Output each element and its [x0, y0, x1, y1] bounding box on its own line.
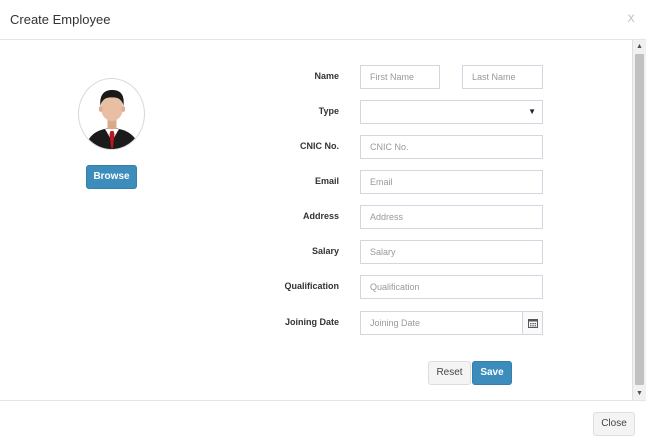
last-name-input[interactable]: Last Name [462, 65, 543, 89]
scroll-up-arrow-icon[interactable]: ▲ [633, 40, 646, 53]
joining-date-input[interactable]: Joining Date [360, 311, 543, 335]
user-avatar-icon [78, 78, 145, 150]
type-label: Type [318, 106, 339, 116]
address-label: Address [302, 211, 339, 221]
close-button[interactable]: Close [593, 412, 635, 436]
modal-header: Create Employee x [0, 0, 646, 40]
salary-input[interactable]: Salary [360, 240, 543, 264]
qualification-label: Qualification [284, 281, 339, 291]
scrollbar-thumb[interactable] [635, 54, 644, 385]
modal-title: Create Employee [10, 12, 111, 27]
modal-footer [0, 400, 646, 447]
name-label: Name [314, 71, 339, 81]
scroll-down-arrow-icon[interactable]: ▼ [633, 387, 646, 400]
address-input[interactable]: Address [360, 205, 543, 229]
email-input[interactable]: Email [360, 170, 543, 194]
caret-down-icon: ▼ [528, 107, 536, 116]
first-name-input[interactable]: First Name [360, 65, 440, 89]
create-employee-modal: Create Employee x Browse Name First Name… [0, 0, 646, 447]
email-label: Email [314, 176, 339, 186]
modal-body: Browse Name First Name Last Name Type ▼ … [0, 40, 646, 400]
reset-button[interactable]: Reset [428, 361, 471, 385]
browse-button[interactable]: Browse [86, 165, 137, 189]
cnic-label: CNIC No. [300, 141, 339, 151]
calendar-icon[interactable] [522, 312, 542, 334]
type-select[interactable]: ▼ [360, 100, 543, 124]
close-x-button[interactable]: x [627, 11, 635, 26]
save-button[interactable]: Save [472, 361, 512, 385]
qualification-input[interactable]: Qualification [360, 275, 543, 299]
joining-date-label: Joining Date [284, 317, 339, 327]
vertical-scrollbar[interactable]: ▲ ▼ [632, 40, 646, 400]
joining-date-placeholder: Joining Date [370, 318, 421, 328]
salary-label: Salary [311, 246, 339, 256]
cnic-input[interactable]: CNIC No. [360, 135, 543, 159]
